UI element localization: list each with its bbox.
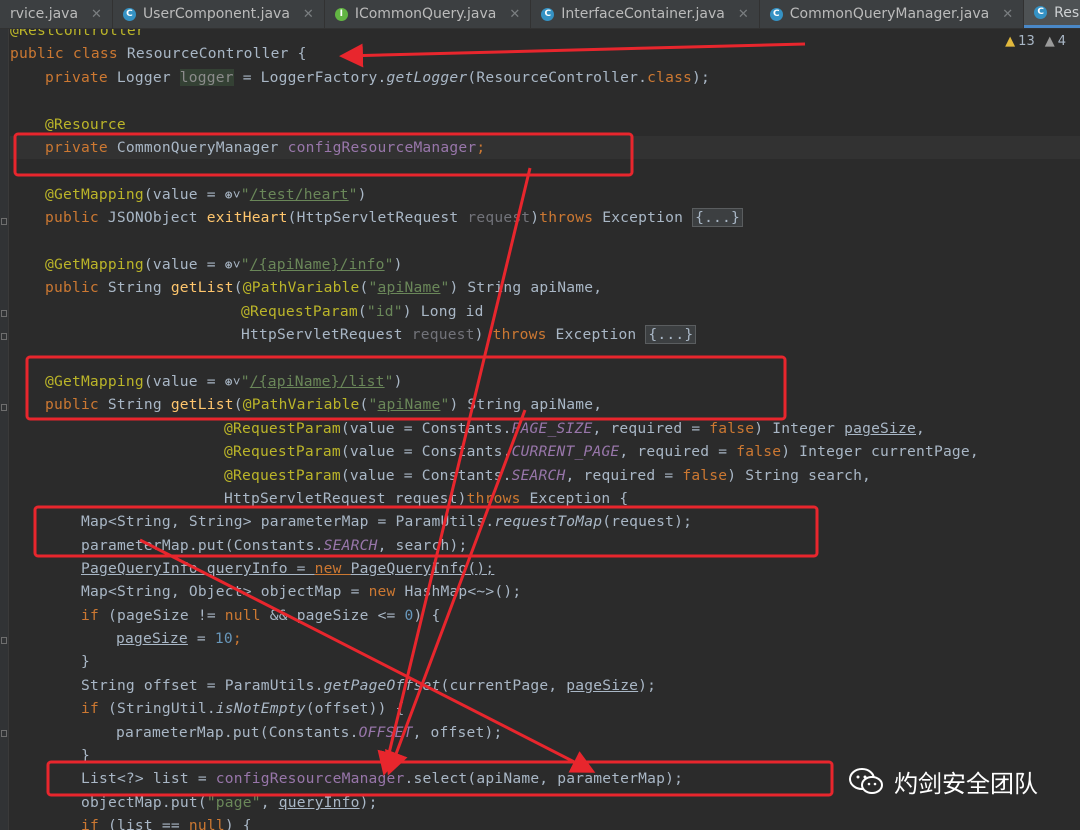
tab-label: ICommonQuery.java	[354, 6, 497, 22]
watermark: 灼剑安全团队	[840, 758, 1046, 805]
code-line: @RequestParam(value = Constants.CURRENT_…	[224, 443, 979, 460]
fold-marker-icon[interactable]	[1, 637, 7, 644]
tab-label: InterfaceContainer.java	[561, 6, 725, 22]
code-line: @RequestParam(value = Constants.SEARCH, …	[224, 467, 872, 484]
folded-code[interactable]: {...}	[645, 325, 697, 344]
code-line: @RestController	[10, 29, 145, 39]
code-line: @GetMapping(value = ⊛˅"/{apiName}/list")	[45, 370, 403, 393]
fold-marker-icon[interactable]	[1, 730, 7, 737]
wechat-icon	[848, 767, 884, 797]
code-editor[interactable]: @RestController public class ResourceCon…	[10, 29, 1080, 830]
code-line: Map<String, String> parameterMap = Param…	[81, 513, 693, 530]
tab-label: rvice.java	[10, 6, 79, 22]
folded-code[interactable]: {...}	[692, 208, 744, 227]
code-line: HttpServletRequest request)throws Except…	[224, 490, 629, 507]
tab-resourcecontroller-java[interactable]: C ResourceController.ja	[1024, 0, 1080, 28]
code-line: if (pageSize != null && pageSize <= 0) {	[81, 607, 441, 624]
tab-interfacecontainer-java[interactable]: C InterfaceContainer.java ✕	[531, 0, 760, 28]
code-line: @RequestParam("id") Long id	[241, 303, 484, 320]
tab-commonquerymanager-java[interactable]: C CommonQueryManager.java ✕	[760, 0, 1025, 28]
code-line: List<?> list = configResourceManager.sel…	[81, 770, 684, 787]
code-line: public class ResourceController {	[10, 45, 307, 62]
code-line: if (StringUtil.isNotEmpty(offset)) {	[81, 700, 405, 717]
code-line: HttpServletRequest request) throws Excep…	[241, 323, 697, 346]
code-line: @RequestParam(value = Constants.PAGE_SIZ…	[224, 420, 925, 437]
code-line: @GetMapping(value = ⊛˅"/{apiName}/info")	[45, 253, 403, 276]
code-line: PageQueryInfo queryInfo = new PageQueryI…	[81, 560, 495, 577]
tab-usercomponent-java[interactable]: C UserComponent.java ✕	[113, 0, 325, 28]
editor-gutter	[0, 29, 9, 830]
tab-label: CommonQueryManager.java	[789, 6, 990, 22]
code-line: public String getList(@PathVariable("api…	[45, 396, 603, 413]
close-icon[interactable]: ✕	[303, 7, 314, 22]
code-line: parameterMap.put(Constants.SEARCH, searc…	[81, 537, 468, 554]
close-icon[interactable]: ✕	[1002, 7, 1013, 22]
tab-service-java[interactable]: rvice.java ✕	[0, 0, 113, 28]
close-icon[interactable]: ✕	[738, 7, 749, 22]
code-line: @GetMapping(value = ⊛˅"/test/heart")	[45, 183, 367, 206]
code-line: pageSize = 10;	[116, 630, 242, 647]
class-icon: C	[122, 7, 136, 21]
class-icon: C	[541, 7, 555, 21]
code-line: parameterMap.put(Constants.OFFSET, offse…	[116, 724, 503, 741]
editor-tab-bar: rvice.java ✕ C UserComponent.java ✕ I IC…	[0, 0, 1080, 29]
code-line: }	[81, 747, 90, 764]
tab-label: UserComponent.java	[142, 6, 290, 22]
interface-icon: I	[334, 7, 348, 21]
tab-icommonquery-java[interactable]: I ICommonQuery.java ✕	[325, 0, 532, 28]
globe-icon[interactable]: ⊛˅	[225, 371, 241, 394]
fold-marker-icon[interactable]	[1, 333, 7, 340]
code-line: private Logger logger = LoggerFactory.ge…	[45, 69, 711, 86]
fold-marker-icon[interactable]	[1, 404, 7, 411]
code-line: public String getList(@PathVariable("api…	[45, 279, 603, 296]
code-line: }	[81, 653, 90, 670]
code-line: Map<String, Object> objectMap = new Hash…	[81, 583, 522, 600]
class-icon: C	[769, 7, 783, 21]
code-line: String offset = ParamUtils.getPageOffset…	[81, 677, 657, 694]
code-line: @Resource	[45, 116, 126, 133]
tab-label: ResourceController.ja	[1054, 4, 1080, 21]
code-line: objectMap.put("page", queryInfo);	[81, 794, 378, 811]
close-icon[interactable]: ✕	[509, 7, 520, 22]
code-line-current: private CommonQueryManager configResourc…	[10, 136, 1080, 159]
globe-icon[interactable]: ⊛˅	[225, 184, 241, 207]
watermark-text: 灼剑安全团队	[894, 770, 1038, 798]
code-line: public JSONObject exitHeart(HttpServletR…	[45, 206, 744, 229]
class-icon: C	[1034, 6, 1048, 19]
code-line: if (list == null) {	[81, 817, 252, 830]
fold-marker-icon[interactable]	[1, 218, 7, 225]
close-icon[interactable]: ✕	[91, 7, 102, 22]
globe-icon[interactable]: ⊛˅	[225, 254, 241, 277]
fold-marker-icon[interactable]	[1, 310, 7, 317]
